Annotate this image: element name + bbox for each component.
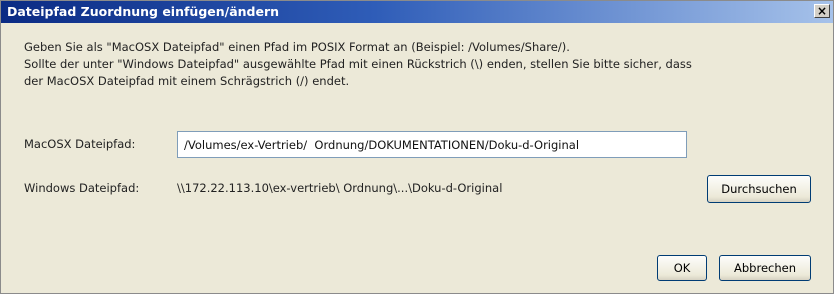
- instruction-line-1: Geben Sie als "MacOSX Dateipfad" einen P…: [24, 40, 570, 54]
- macosx-path-label: MacOSX Dateipfad:: [24, 137, 136, 151]
- instructions-text: Geben Sie als "MacOSX Dateipfad" einen P…: [24, 39, 819, 90]
- windows-path-label: Windows Dateipfad:: [24, 181, 140, 195]
- macosx-path-input[interactable]: [177, 131, 687, 158]
- ok-button[interactable]: OK: [657, 255, 707, 281]
- dialog-title: Dateipfad Zuordnung einfügen/ändern: [7, 4, 280, 19]
- close-button[interactable]: ×: [814, 4, 830, 18]
- cancel-button[interactable]: Abbrechen: [719, 255, 811, 281]
- instruction-line-2: Sollte der unter "Windows Dateipfad" aus…: [24, 57, 692, 71]
- dialog-window: Dateipfad Zuordnung einfügen/ändern × Ge…: [0, 0, 834, 294]
- title-bar[interactable]: Dateipfad Zuordnung einfügen/ändern ×: [1, 1, 833, 23]
- close-icon: ×: [816, 4, 828, 18]
- instruction-line-3: der MacOSX Dateipfad mit einem Schrägstr…: [24, 74, 350, 88]
- browse-button[interactable]: Durchsuchen: [707, 175, 811, 203]
- windows-path-value: \\172.22.113.10\ex-vertrieb\ Ordnung\...…: [177, 181, 503, 195]
